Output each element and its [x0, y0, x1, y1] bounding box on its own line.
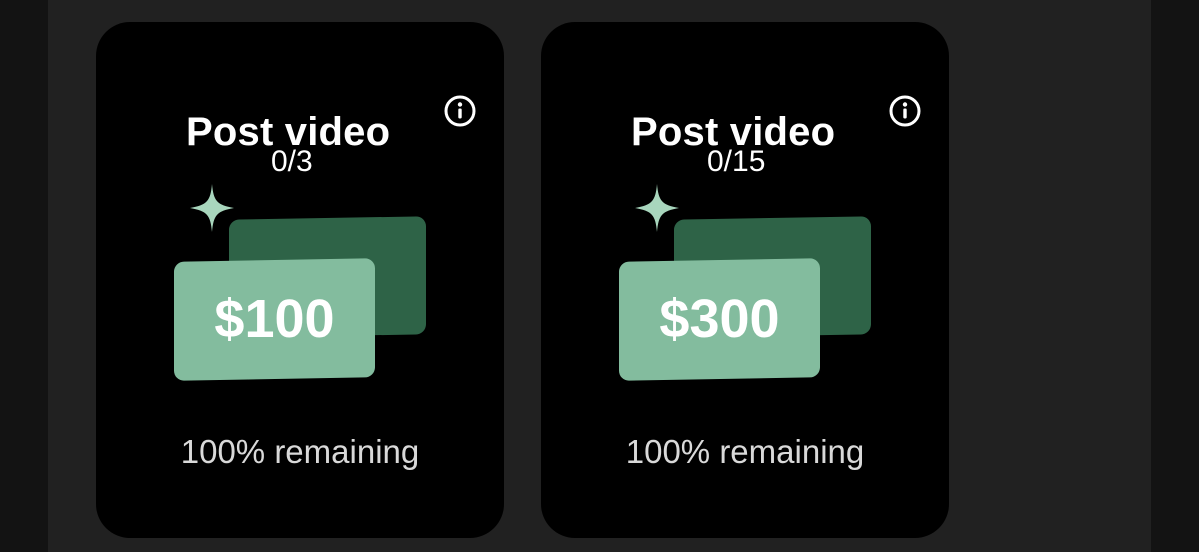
reward-card[interactable]: Post video 0/15 $300 100% remaining — [541, 22, 949, 538]
cash-note-front: $100 — [174, 258, 375, 381]
reward-amount: $300 — [659, 289, 780, 349]
sparkle-icon — [635, 184, 679, 232]
reward-card[interactable]: Post video 0/3 $100 100% remaining — [96, 22, 504, 538]
task-progress: 0/15 — [707, 145, 766, 178]
remaining-text: 100% remaining — [180, 433, 420, 470]
remaining-text: 100% remaining — [625, 433, 865, 470]
cash-note-front: $300 — [619, 258, 820, 381]
info-icon[interactable] — [888, 94, 922, 128]
reward-amount: $100 — [214, 289, 335, 349]
sparkle-icon — [190, 184, 234, 232]
info-icon[interactable] — [443, 94, 477, 128]
task-progress: 0/3 — [271, 145, 313, 178]
